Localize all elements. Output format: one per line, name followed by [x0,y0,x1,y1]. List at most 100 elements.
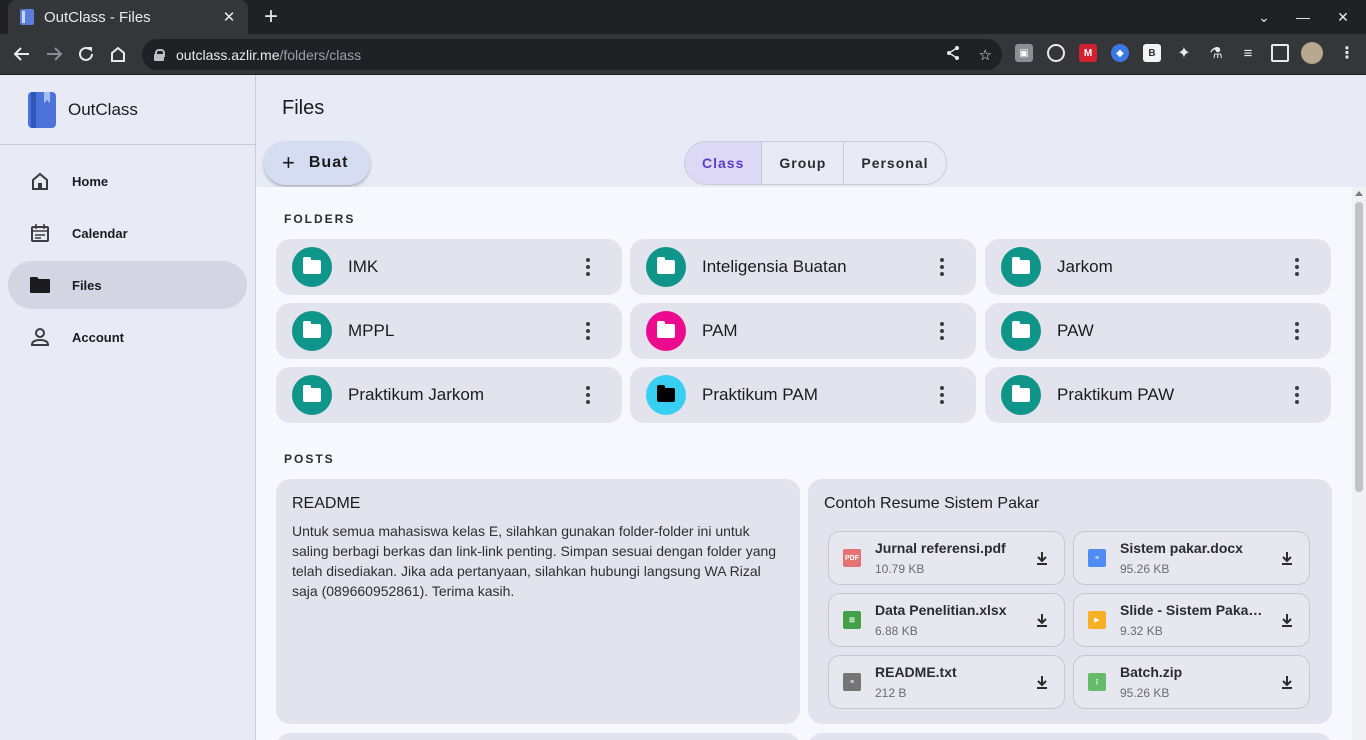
folder-avatar [1001,311,1041,351]
main-content: Files + Buat Class Group Personal FOLDER… [256,75,1366,740]
browser-tab[interactable]: OutClass - Files ✕ [8,0,248,34]
more-options-icon[interactable] [568,258,608,276]
bookmark-star-icon[interactable]: ☆ [979,46,992,64]
more-options-icon[interactable] [1277,386,1317,404]
folder-avatar [1001,375,1041,415]
browser-toolbar: outclass.azlir.me/folders/class ☆ ▣ M ◆ … [0,34,1366,75]
download-icon[interactable] [1265,675,1309,689]
download-icon[interactable] [1020,551,1064,565]
file-attachment[interactable]: ▶ Slide - Sistem Pakar.... 9.32 KB [1073,593,1310,647]
side-panel-icon[interactable] [1271,44,1289,62]
file-name: Batch.zip [1120,664,1183,680]
close-tab-icon[interactable]: ✕ [220,8,238,26]
extension-glasses-icon[interactable] [1047,44,1065,62]
folder-icon [657,385,675,402]
folder-card[interactable]: Praktikum Jarkom [276,367,622,423]
close-window-button[interactable]: ✕ [1323,0,1363,34]
tab-group[interactable]: Group [762,142,845,184]
file-attachment[interactable]: ≡ Sistem pakar.docx 95.26 KB [1073,531,1310,585]
folder-name: PAW [1057,321,1094,340]
folder-card[interactable]: Jarkom [985,239,1331,295]
folder-icon [1012,321,1030,338]
browser-tab-strip: OutClass - Files ✕ + ⌄ — ✕ [0,0,1366,34]
file-attachment[interactable]: PDF Jurnal referensi.pdf 10.79 KB [828,531,1065,585]
forward-button[interactable] [40,40,68,68]
file-size: 95.26 KB [1120,686,1170,700]
scroll-up-icon[interactable] [1355,191,1363,196]
tab-search-icon[interactable]: ⌄ [1244,0,1284,34]
folder-name: Inteligensia Buatan [702,257,847,276]
page-title: Files [282,97,325,119]
folders-heading: FOLDERS [284,212,356,226]
download-icon[interactable] [1265,551,1309,565]
profile-avatar[interactable] [1301,42,1323,64]
folder-name: MPPL [348,321,395,340]
browser-menu-icon[interactable]: ⋮ [1338,44,1356,62]
folder-card[interactable]: MPPL [276,303,622,359]
file-attachment[interactable]: ⋮ Batch.zip 95.26 KB [1073,655,1310,709]
folder-name: Praktikum PAM [702,385,818,404]
folder-icon [303,385,321,402]
media-queue-icon[interactable]: ≡ [1239,44,1257,62]
files-content: FOLDERS IMK Inteligensia Buatan Jarkom M… [256,187,1352,740]
home-button[interactable] [104,40,132,68]
file-attachment[interactable]: ⊞ Data Penelitian.xlsx 6.88 KB [828,593,1065,647]
extension-contacts-icon[interactable]: ▣ [1015,44,1033,62]
post-card-partial[interactable] [808,733,1332,740]
extension-mendeley-icon[interactable]: M [1079,44,1097,62]
more-options-icon[interactable] [1277,322,1317,340]
sidebar-item-account[interactable]: Account [8,313,247,361]
folder-card[interactable]: IMK [276,239,622,295]
download-icon[interactable] [1020,675,1064,689]
folder-card[interactable]: Praktikum PAW [985,367,1331,423]
folder-card[interactable]: PAM [630,303,976,359]
folder-card[interactable]: PAW [985,303,1331,359]
pdf-icon: PDF [843,549,861,567]
outclass-favicon-icon [20,9,34,25]
new-tab-button[interactable]: + [258,3,284,31]
file-name: Sistem pakar.docx [1120,540,1243,556]
folder-card[interactable]: Inteligensia Buatan [630,239,976,295]
post-card[interactable]: README Untuk semua mahasiswa kelas E, si… [276,479,800,724]
sidebar-item-calendar[interactable]: Calendar [8,209,247,257]
folder-card[interactable]: Praktikum PAM [630,367,976,423]
more-options-icon[interactable] [922,322,962,340]
extensions-puzzle-icon[interactable]: ✦ [1175,44,1193,62]
tab-personal[interactable]: Personal [844,142,945,184]
folder-icon [28,273,52,297]
more-options-icon[interactable] [568,386,608,404]
scrollbar[interactable] [1352,187,1366,740]
file-size: 10.79 KB [875,562,925,576]
file-attachment[interactable]: ≡ README.txt 212 B [828,655,1065,709]
folder-icon [1012,385,1030,402]
folder-icon [657,321,675,338]
post-card-partial[interactable] [276,733,800,740]
reload-button[interactable] [72,40,100,68]
download-icon[interactable] [1265,613,1309,627]
extension-b-icon[interactable]: B [1143,44,1161,62]
sidebar-item-files[interactable]: Files [8,261,247,309]
posts-heading: POSTS [284,452,335,466]
more-options-icon[interactable] [568,322,608,340]
file-size: 9.32 KB [1120,624,1163,638]
back-button[interactable] [8,40,36,68]
minimize-button[interactable]: — [1283,0,1323,34]
address-bar[interactable]: outclass.azlir.me/folders/class ☆ [142,39,1002,70]
sidebar-item-home[interactable]: Home [8,157,247,205]
scroll-thumb[interactable] [1355,202,1363,492]
more-options-icon[interactable] [922,386,962,404]
folder-icon [657,257,675,274]
download-icon[interactable] [1020,613,1064,627]
share-icon[interactable] [945,45,961,65]
create-button[interactable]: + Buat [264,141,370,185]
tab-class[interactable]: Class [685,142,763,184]
post-card[interactable]: Contoh Resume Sistem Pakar PDF Jurnal re… [808,479,1332,724]
extension-shield-icon[interactable]: ◆ [1111,44,1129,62]
file-name: Slide - Sistem Pakar.... [1120,602,1265,618]
more-options-icon[interactable] [1277,258,1317,276]
brand[interactable]: OutClass [0,75,255,145]
more-options-icon[interactable] [922,258,962,276]
create-button-label: Buat [308,154,349,171]
labs-flask-icon[interactable]: ⚗ [1207,44,1225,62]
file-scope-tabs: Class Group Personal [684,141,947,185]
